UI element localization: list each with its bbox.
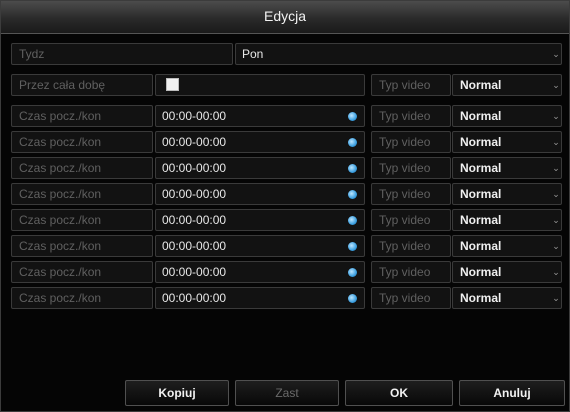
clock-icon[interactable] (348, 294, 357, 303)
video-type-select[interactable]: Normal (452, 183, 562, 205)
time-range-value: 00:00-00:00 (162, 109, 227, 123)
time-range-label: Czas pocz./kon (11, 105, 153, 127)
video-type-label: Typ video (371, 287, 451, 309)
cancel-button[interactable]: Anuluj (459, 380, 565, 406)
clock-icon[interactable] (348, 164, 357, 173)
video-type-select[interactable]: Normal (452, 131, 562, 153)
video-type-select-value: Normal (460, 291, 502, 305)
ok-button[interactable]: OK (345, 380, 453, 406)
all-day-checkbox[interactable] (166, 78, 179, 91)
time-range-field[interactable]: 00:00-00:00 (155, 209, 365, 231)
video-type-label: Typ video (371, 235, 451, 257)
week-select[interactable]: Pon (235, 43, 562, 65)
time-range-value: 00:00-00:00 (162, 213, 227, 227)
chevron-down-icon[interactable]: ⌄ (551, 267, 561, 277)
week-label: Tydz (11, 43, 233, 65)
video-type-label: Typ video (371, 183, 451, 205)
video-type-label: Typ video (371, 261, 451, 283)
video-type-select[interactable]: Normal (452, 74, 562, 96)
time-range-field[interactable]: 00:00-00:00 (155, 287, 365, 309)
time-range-label: Czas pocz./kon (11, 261, 153, 283)
time-range-field[interactable]: 00:00-00:00 (155, 235, 365, 257)
chevron-down-icon[interactable]: ⌄ (551, 80, 561, 90)
chevron-down-icon[interactable]: ⌄ (551, 215, 561, 225)
clock-icon[interactable] (348, 216, 357, 225)
video-type-select-value: Normal (460, 239, 502, 253)
video-type-select[interactable]: Normal (452, 157, 562, 179)
dialog-title: Edycja (263, 8, 307, 24)
time-range-label: Czas pocz./kon (11, 131, 153, 153)
video-type-select-value: Normal (460, 187, 502, 201)
edit-schedule-dialog: Edycja Tydz Pon ⌄ Przez cała dobę Typ vi… (0, 0, 570, 412)
chevron-down-icon[interactable]: ⌄ (551, 293, 561, 303)
time-range-field[interactable]: 00:00-00:00 (155, 183, 365, 205)
time-range-value: 00:00-00:00 (162, 161, 227, 175)
video-type-select[interactable]: Normal (452, 105, 562, 127)
clock-icon[interactable] (348, 242, 357, 251)
video-type-label: Typ video (371, 131, 451, 153)
video-type-select[interactable]: Normal (452, 287, 562, 309)
video-type-label: Typ video (371, 157, 451, 179)
video-type-select[interactable]: Normal (452, 261, 562, 283)
dialog-title-bar: Edycja (1, 1, 569, 34)
video-type-select-value: Normal (460, 265, 502, 279)
video-type-select-value: Normal (460, 78, 502, 92)
clock-icon[interactable] (348, 268, 357, 277)
apply-button[interactable]: Zast (235, 380, 339, 406)
time-range-value: 00:00-00:00 (162, 135, 227, 149)
all-day-checkbox-cell (155, 74, 365, 96)
time-range-label: Czas pocz./kon (11, 209, 153, 231)
time-range-label: Czas pocz./kon (11, 183, 153, 205)
all-day-label: Przez cała dobę (11, 74, 153, 96)
clock-icon[interactable] (348, 112, 357, 121)
time-range-label: Czas pocz./kon (11, 287, 153, 309)
time-range-field[interactable]: 00:00-00:00 (155, 261, 365, 283)
time-range-field[interactable]: 00:00-00:00 (155, 157, 365, 179)
video-type-select[interactable]: Normal (452, 235, 562, 257)
video-type-select-value: Normal (460, 109, 502, 123)
time-range-field[interactable]: 00:00-00:00 (155, 105, 365, 127)
clock-icon[interactable] (348, 190, 357, 199)
time-range-value: 00:00-00:00 (162, 265, 227, 279)
chevron-down-icon[interactable]: ⌄ (551, 163, 561, 173)
chevron-down-icon[interactable]: ⌄ (551, 241, 561, 251)
chevron-down-icon[interactable]: ⌄ (551, 111, 561, 121)
chevron-down-icon[interactable]: ⌄ (551, 189, 561, 199)
video-type-label: Typ video (371, 105, 451, 127)
copy-button[interactable]: Kopiuj (125, 380, 229, 406)
time-range-field[interactable]: 00:00-00:00 (155, 131, 365, 153)
clock-icon[interactable] (348, 138, 357, 147)
chevron-down-icon[interactable]: ⌄ (551, 137, 561, 147)
chevron-down-icon[interactable]: ⌄ (551, 49, 561, 59)
video-type-select-value: Normal (460, 213, 502, 227)
video-type-select[interactable]: Normal (452, 209, 562, 231)
time-range-label: Czas pocz./kon (11, 235, 153, 257)
time-range-value: 00:00-00:00 (162, 291, 227, 305)
video-type-label: Typ video (371, 74, 451, 96)
time-range-value: 00:00-00:00 (162, 239, 227, 253)
time-range-label: Czas pocz./kon (11, 157, 153, 179)
time-range-value: 00:00-00:00 (162, 187, 227, 201)
video-type-select-value: Normal (460, 161, 502, 175)
video-type-label: Typ video (371, 209, 451, 231)
week-select-value: Pon (242, 47, 264, 61)
video-type-select-value: Normal (460, 135, 502, 149)
